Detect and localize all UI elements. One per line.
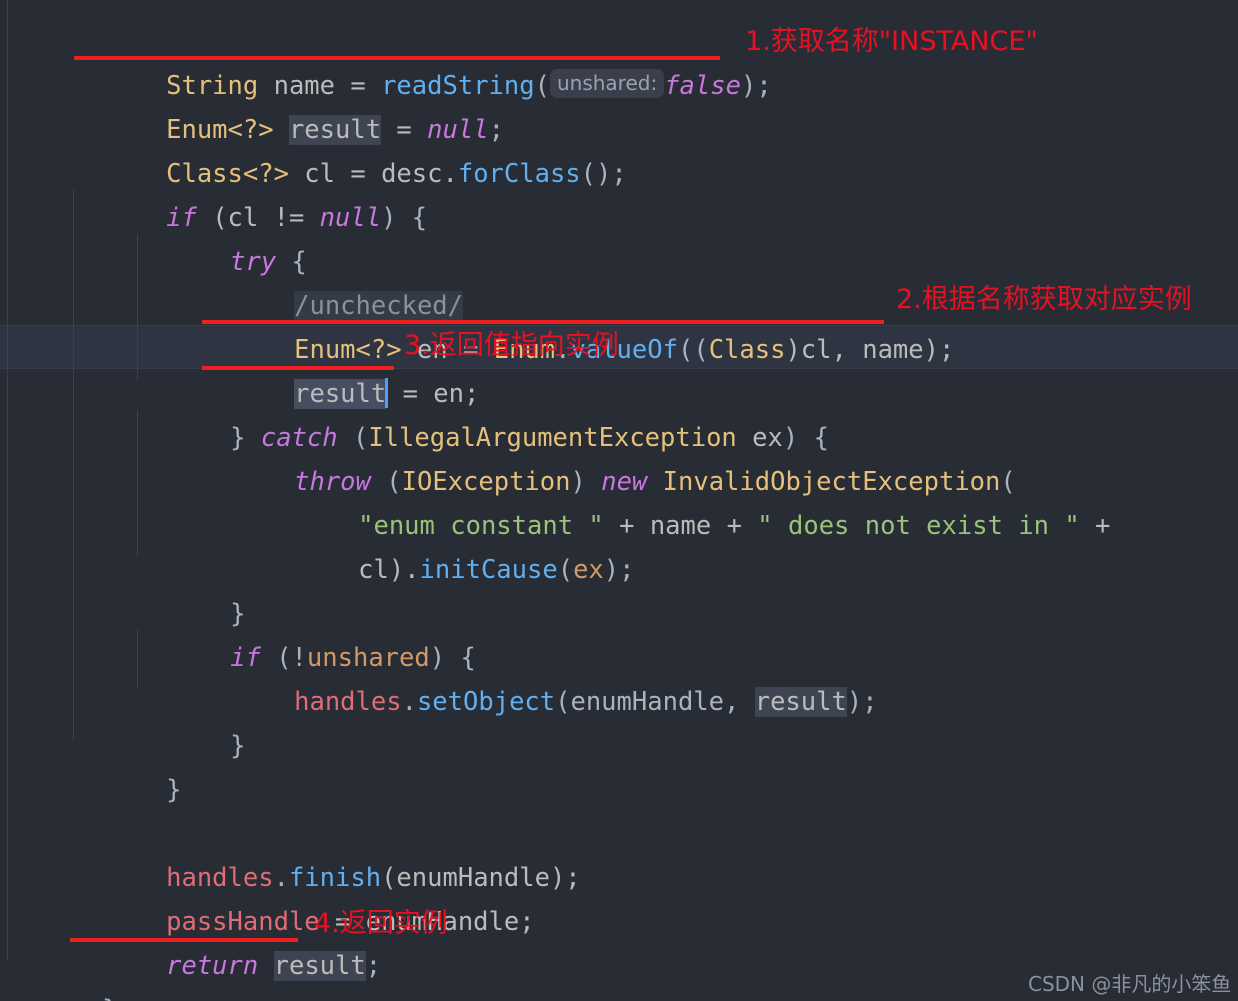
code-line[interactable]: handles.finish(enumHandle); (0, 812, 1238, 893)
csdn-watermark: CSDN @非凡的小笨鱼 (1028, 972, 1232, 996)
annotation-4: 4.返回实例 (314, 908, 448, 939)
code-line[interactable]: Enum<?> result = null; (0, 64, 1238, 145)
code-line[interactable]: } catch (IllegalArgumentException ex) { (0, 372, 1238, 453)
code-line[interactable]: handles.setObject(enumHandle, result); (0, 636, 1238, 717)
code-line[interactable]: "enum constant " + name + " does not exi… (0, 460, 1238, 541)
annotation-3: 3.返回值指向实例 (404, 330, 619, 361)
code-line[interactable]: throw (IOException) new InvalidObjectExc… (0, 416, 1238, 497)
token-punc: } (166, 775, 182, 805)
annotation-1: 1.获取名称"INSTANCE" (745, 26, 1038, 57)
code-line[interactable]: cl).initCause(ex); (0, 504, 1238, 585)
code-editor-screenshot: String name = readString(unshared: false)… (0, 0, 1238, 1001)
token-punc: } (102, 995, 117, 1001)
annotation-underline-3 (202, 366, 394, 370)
code-line[interactable]: } (0, 724, 1238, 805)
code-line[interactable]: /unchecked/ (0, 240, 1238, 321)
code-content[interactable]: String name = readString(unshared: false)… (0, 0, 1238, 1001)
code-line[interactable]: passHandle = enumHandle; (0, 856, 1238, 937)
code-line[interactable]: Class<?> cl = desc.forClass(); (0, 108, 1238, 189)
code-line[interactable]: try { (0, 196, 1238, 277)
annotation-underline-2 (202, 320, 884, 324)
annotation-underline-1 (74, 56, 720, 60)
code-line[interactable]: } (0, 548, 1238, 629)
code-line[interactable]: } (0, 680, 1238, 761)
annotation-2: 2.根据名称获取对应实例 (896, 284, 1192, 315)
code-line-active[interactable]: result = en; (0, 328, 1238, 409)
code-line[interactable]: if (!unshared) { (0, 592, 1238, 673)
code-line[interactable]: if (cl != null) { (0, 152, 1238, 233)
annotation-underline-4 (70, 938, 298, 942)
